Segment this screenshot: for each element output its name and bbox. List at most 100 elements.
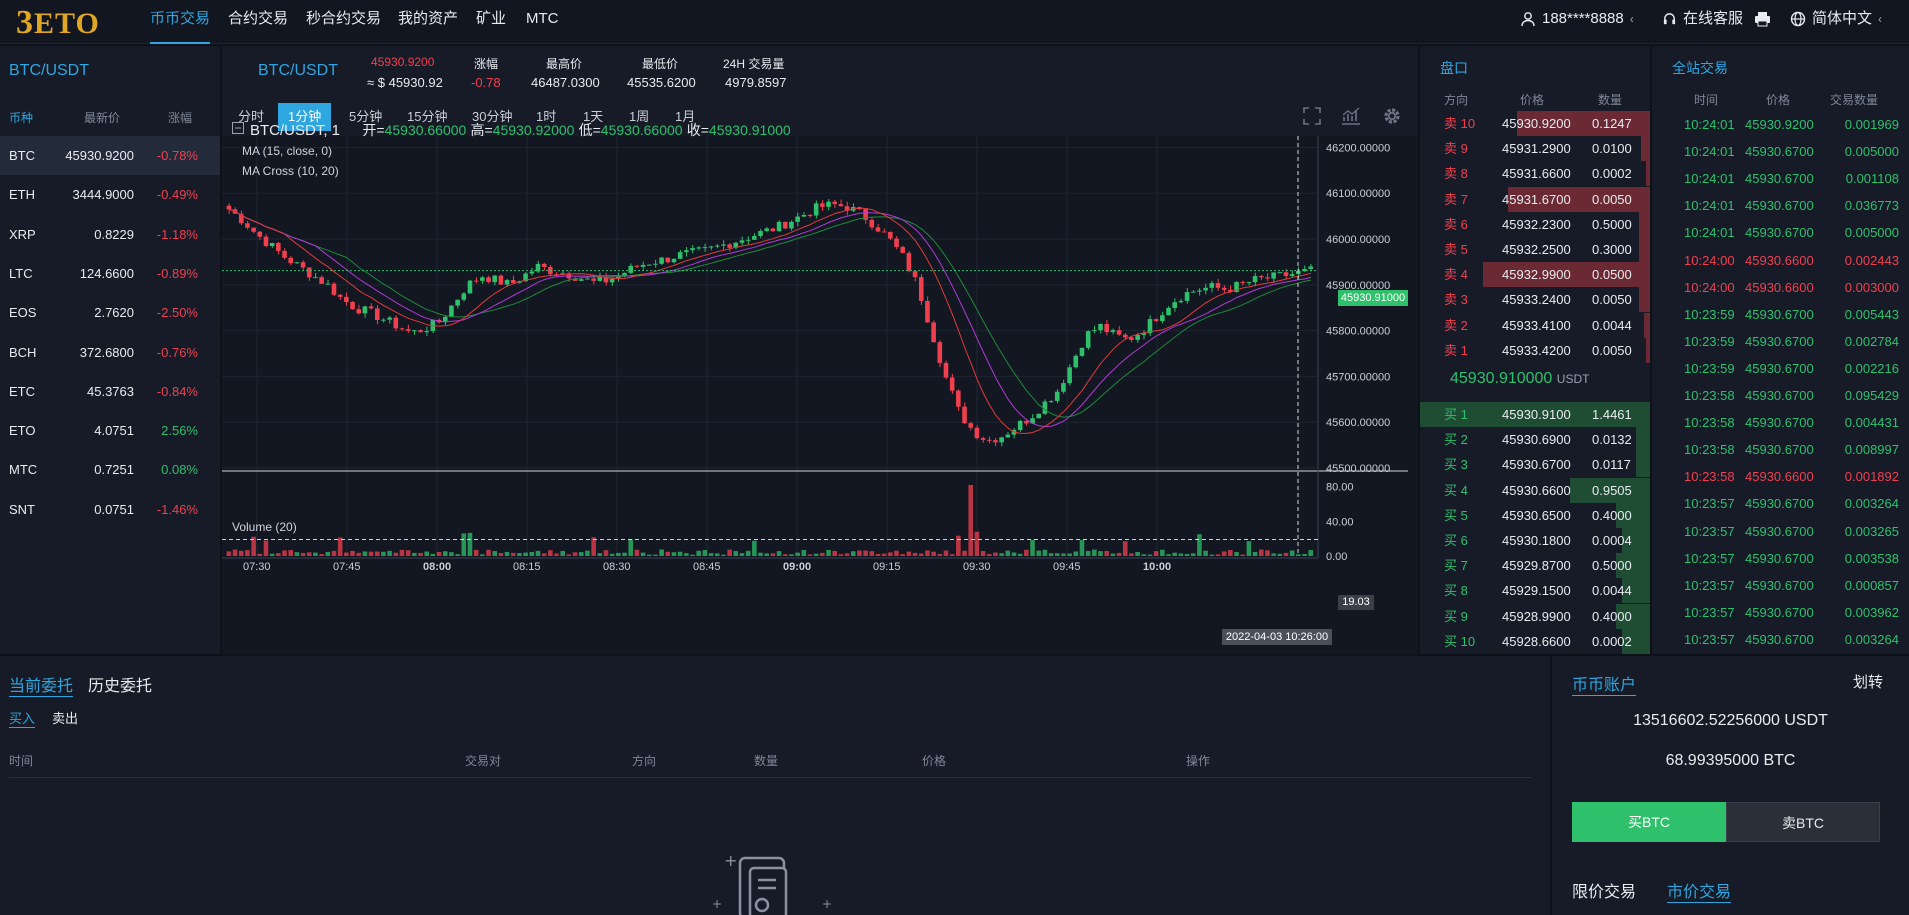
bid-row[interactable]: 买 4 45930.6600 0.9505 — [1420, 477, 1650, 503]
ask-row[interactable]: 卖 6 45932.2300 0.5000 — [1420, 211, 1650, 237]
trade-row: 10:24:01 45930.6700 0.005000 — [1652, 138, 1909, 165]
market-row-etc[interactable]: ETC 45.3763 -0.84% — [0, 372, 220, 411]
nav-mtc[interactable]: MTC — [526, 0, 559, 44]
candlestick-chart[interactable]: 46200.0000046100.0000046000.0000045900.0… — [222, 136, 1418, 654]
nav-second-contract[interactable]: 秒合约交易 — [306, 0, 381, 44]
market-order-tab[interactable]: 市价交易 — [1667, 878, 1732, 903]
time-tick-label: 08:15 — [513, 561, 541, 573]
bid-row[interactable]: 买 8 45929.1500 0.0044 — [1420, 578, 1650, 604]
market-row-snt[interactable]: SNT 0.0751 -1.46% — [0, 490, 220, 529]
market-price: 124.6600 — [79, 265, 134, 281]
ask-row[interactable]: 卖 1 45933.4200 0.0050 — [1420, 337, 1650, 363]
trade-time: 10:23:58 — [1684, 442, 1735, 458]
settings-gear-icon[interactable] — [1382, 106, 1402, 129]
filter-buy[interactable]: 买入 — [9, 708, 36, 728]
market-row-btc[interactable]: BTC 45930.9200 -0.78% — [0, 136, 220, 175]
market-row-eos[interactable]: EOS 2.7620 -2.50% — [0, 293, 220, 332]
bid-row[interactable]: 买 1 45930.9100 1.4461 — [1420, 402, 1650, 427]
volume-bar — [745, 550, 751, 556]
market-row-bch[interactable]: BCH 372.6800 -0.76% — [0, 333, 220, 372]
volume-bar — [1283, 552, 1289, 556]
transfer-link[interactable]: 划转 — [1853, 671, 1883, 692]
candle-body — [1067, 367, 1072, 384]
market-change: -1.18% — [156, 226, 198, 242]
trade-qty: 0.095429 — [1844, 388, 1899, 403]
ask-row[interactable]: 卖 3 45933.2400 0.0050 — [1420, 287, 1650, 313]
ask-row[interactable]: 卖 5 45932.2500 0.3000 — [1420, 237, 1650, 262]
market-row-ltc[interactable]: LTC 124.6600 -0.89% — [0, 254, 220, 293]
candle-body — [1061, 383, 1066, 392]
time-tick-label: 09:45 — [1053, 561, 1081, 573]
ask-depth-bar — [1638, 287, 1650, 313]
market-row-xrp[interactable]: XRP 0.8229 -1.18% — [0, 215, 220, 254]
nav-mining[interactable]: 矿业 — [476, 0, 506, 44]
candle-body — [1122, 334, 1128, 338]
bid-depth-bar — [1636, 427, 1650, 453]
nav-my-assets[interactable]: 我的资产 — [398, 0, 458, 44]
volume-bar — [350, 550, 355, 556]
time-tick-label: 09:15 — [873, 561, 901, 573]
ask-row[interactable]: 卖 2 45933.4100 0.0044 — [1420, 312, 1650, 338]
online-service-link[interactable]: 在线客服 — [1662, 0, 1743, 38]
fullscreen-icon[interactable] — [1302, 106, 1322, 129]
logo[interactable]: 3ETO — [16, 4, 100, 42]
indicator-icon[interactable] — [1340, 106, 1362, 129]
buy-btc-button[interactable]: 买BTC — [1572, 802, 1726, 842]
trade-row: 10:23:57 45930.6700 0.003538 — [1652, 545, 1909, 572]
trade-row: 10:23:59 45930.6700 0.002216 — [1652, 355, 1909, 382]
bid-row[interactable]: 买 5 45930.6500 0.4000 — [1420, 502, 1650, 528]
candle-body — [993, 440, 998, 443]
market-row-eto[interactable]: ETO 4.0751 2.56% — [0, 411, 220, 450]
ask-row[interactable]: 卖 10 45930.9200 0.1247 — [1420, 111, 1650, 136]
candle-body — [381, 319, 386, 321]
volume-bar — [881, 553, 887, 556]
account-title[interactable]: 币币账户 — [1572, 671, 1637, 696]
market-row-eth[interactable]: ETH 3444.9000 -0.49% — [0, 175, 220, 214]
candle-body — [473, 280, 479, 282]
ask-side: 卖 3 — [1444, 292, 1468, 308]
candle-body — [1073, 355, 1079, 368]
bid-row[interactable]: 买 10 45928.6600 0.0002 — [1420, 628, 1650, 654]
chart-background — [222, 136, 1418, 654]
collapse-icon[interactable] — [232, 122, 244, 137]
market-row-mtc[interactable]: MTC 0.7251 0.08% — [0, 450, 220, 489]
sell-btc-button[interactable]: 卖BTC — [1726, 802, 1880, 842]
bid-row[interactable]: 买 2 45930.6900 0.0132 — [1420, 427, 1650, 453]
ask-row[interactable]: 卖 9 45931.2900 0.0100 — [1420, 136, 1650, 162]
nav-contract-trading[interactable]: 合约交易 — [228, 0, 288, 44]
market-price: 0.0751 — [94, 501, 134, 517]
volume-bar — [554, 553, 559, 556]
volume-bar — [1252, 551, 1258, 556]
bid-row[interactable]: 买 6 45930.1800 0.0004 — [1420, 528, 1650, 553]
candle-body — [269, 243, 275, 247]
volume-bar — [498, 553, 504, 556]
ask-row[interactable]: 卖 8 45931.6600 0.0002 — [1420, 161, 1650, 187]
user-menu[interactable]: 188****8888 ‹ — [1520, 0, 1634, 38]
nav-spot-trading[interactable]: 币币交易 — [150, 0, 211, 44]
volume-bar — [603, 550, 609, 556]
price-tick-label: 45600.00000 — [1326, 417, 1390, 429]
ask-row[interactable]: 卖 7 45931.6700 0.0050 — [1420, 186, 1650, 212]
volume-tick-label: 40.00 — [1326, 516, 1354, 528]
trade-price: 45930.6700 — [1745, 333, 1814, 349]
limit-order-tab[interactable]: 限价交易 — [1572, 878, 1636, 902]
filter-sell[interactable]: 卖出 — [52, 708, 78, 727]
bid-row[interactable]: 买 9 45928.9900 0.4000 — [1420, 603, 1650, 629]
ask-row[interactable]: 卖 4 45932.9900 0.0500 — [1420, 262, 1650, 288]
bid-qty: 0.0002 — [1592, 633, 1632, 649]
btc-balance: 68.99395000 BTC — [1665, 752, 1796, 769]
bid-row[interactable]: 买 3 45930.6700 0.0117 — [1420, 452, 1650, 478]
bid-side: 买 5 — [1444, 507, 1468, 523]
trade-row: 10:24:01 45930.9200 0.001969 — [1652, 111, 1909, 138]
candle-body — [875, 227, 881, 232]
language-selector[interactable]: 简体中文 ‹ — [1790, 0, 1882, 38]
volume-bar — [1024, 549, 1029, 556]
tab-current-orders[interactable]: 当前委托 — [9, 672, 74, 697]
trade-qty: 0.004431 — [1844, 415, 1899, 431]
volume-bar — [721, 554, 726, 556]
print-button[interactable] — [1754, 0, 1771, 38]
tab-history-orders[interactable]: 历史委托 — [88, 672, 152, 696]
bid-row[interactable]: 买 7 45929.8700 0.5000 — [1420, 553, 1650, 579]
col-header-coin: 币种 — [9, 111, 34, 125]
volume-bar — [1184, 553, 1190, 556]
